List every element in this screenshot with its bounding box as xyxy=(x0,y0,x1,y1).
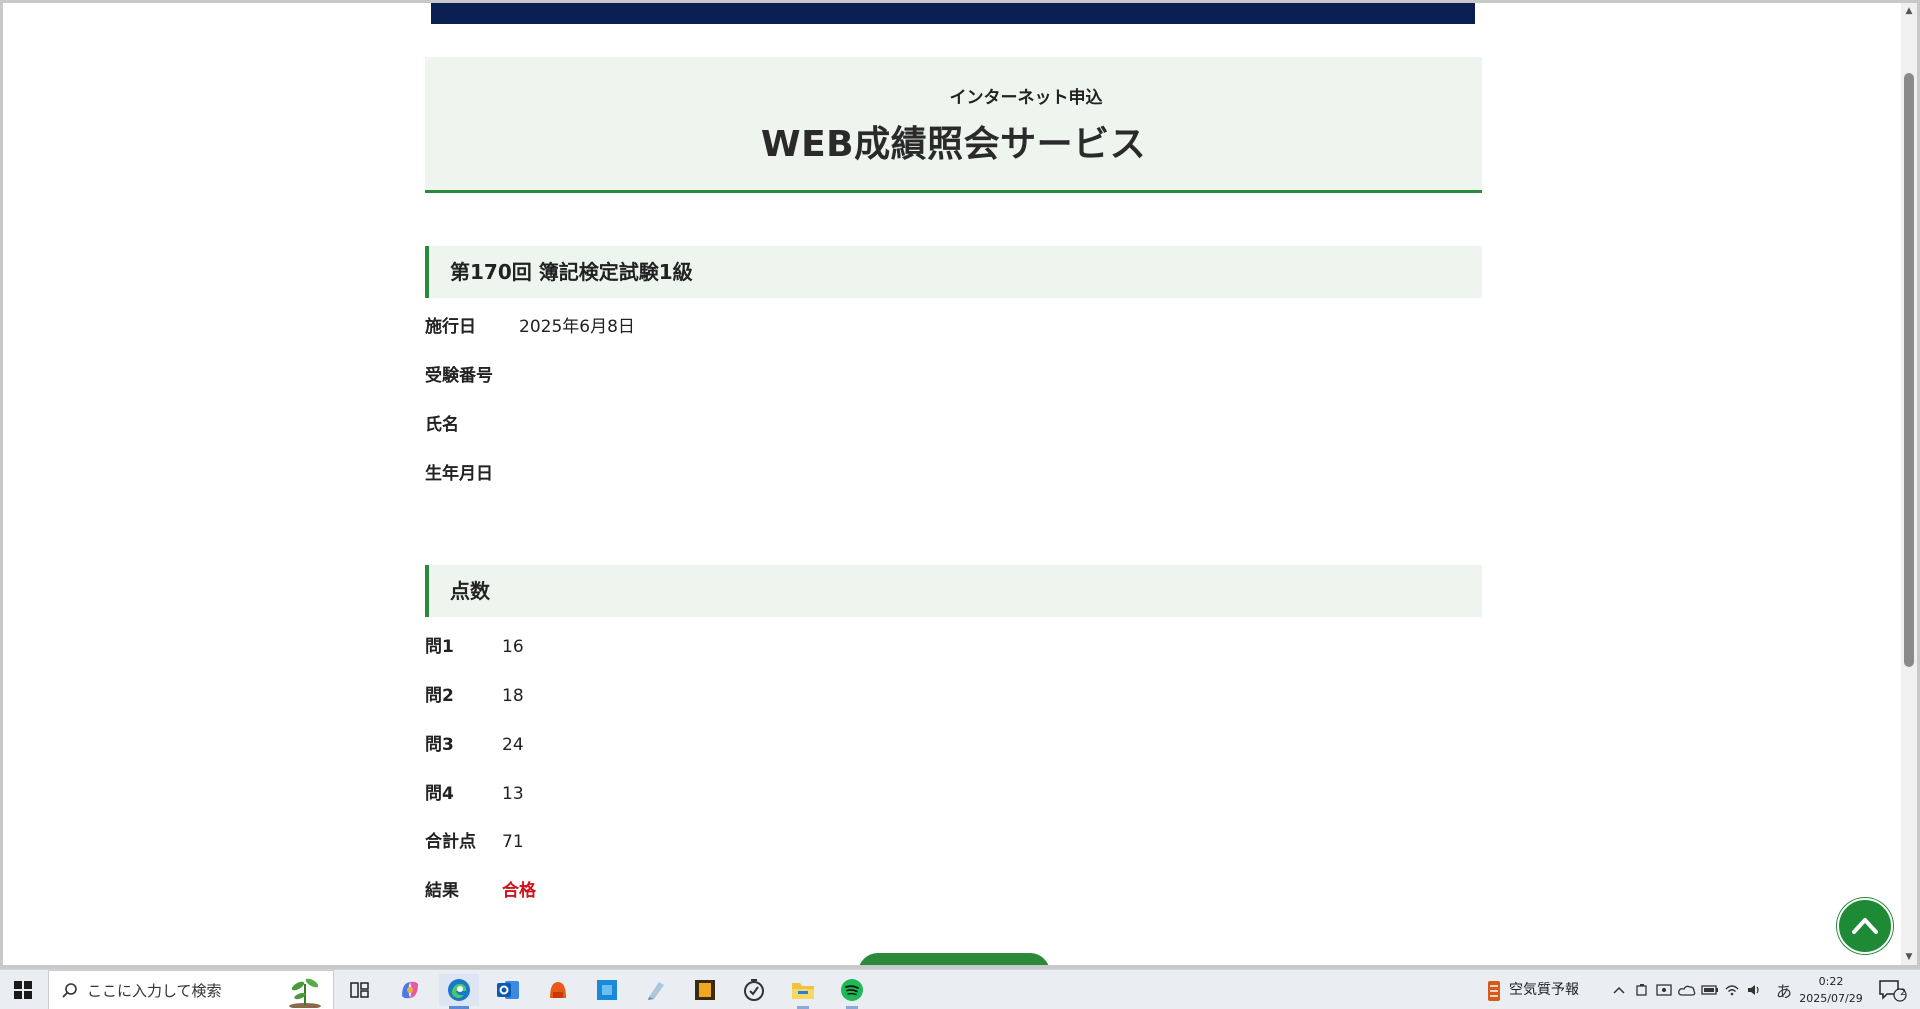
exam-section-heading: 第170回 簿記検定試験1級 xyxy=(425,246,1482,298)
site-top-bar xyxy=(431,3,1475,24)
taskbar-app-file-explorer[interactable] xyxy=(783,974,823,1009)
score-value: 16 xyxy=(502,637,524,657)
scroll-up-arrow-icon[interactable]: ▲ xyxy=(1901,3,1917,19)
tray-wifi-icon[interactable] xyxy=(1722,980,1742,1000)
field-label: 氏名 xyxy=(425,415,459,435)
tray-onedrive-icon[interactable] xyxy=(1677,980,1697,1000)
score-label: 合計点 xyxy=(425,832,476,852)
taskbar-app-orange[interactable] xyxy=(538,974,578,1006)
chevron-up-icon xyxy=(1852,918,1878,934)
field-label: 施行日 xyxy=(425,317,476,337)
taskbar-clock[interactable]: 0:22 2025/07/29 xyxy=(1796,973,1866,1007)
notification-center-button[interactable]: 2 xyxy=(1878,978,1908,1002)
score-value: 71 xyxy=(502,832,524,852)
score-label: 問4 xyxy=(425,784,454,804)
air-quality-icon xyxy=(1488,981,1500,1001)
result-value: 合格 xyxy=(502,881,536,901)
page-title: WEB成績照会サービス xyxy=(760,124,1147,165)
sprout-icon xyxy=(289,978,321,1008)
notification-count: 2 xyxy=(1900,988,1906,998)
page-subtitle: インターネット申込 xyxy=(949,88,1103,108)
task-view-icon xyxy=(350,982,369,998)
vertical-scrollbar[interactable]: ▲ ▼ xyxy=(1901,3,1917,965)
taskbar-app-copilot[interactable] xyxy=(390,974,430,1006)
tray-volume-icon[interactable] xyxy=(1744,980,1764,1000)
copilot-icon xyxy=(402,981,418,999)
app-note-icon xyxy=(648,982,664,1000)
scroll-down-arrow-icon[interactable]: ▼ xyxy=(1901,949,1917,965)
clock-time: 0:22 xyxy=(1818,975,1844,988)
clock-date: 2025/07/29 xyxy=(1799,992,1863,1005)
score-label: 問3 xyxy=(425,735,454,755)
field-label: 受験番号 xyxy=(425,366,493,386)
score-label: 問2 xyxy=(425,686,454,706)
tray-battery-icon[interactable] xyxy=(1700,980,1720,1000)
ime-indicator[interactable]: あ xyxy=(1774,980,1794,1001)
score-value: 18 xyxy=(502,686,524,706)
field-value: 2025年6月8日 xyxy=(519,317,635,337)
scrollbar-thumb[interactable] xyxy=(1904,73,1914,667)
outlook-icon xyxy=(497,981,519,999)
weather-widget[interactable]: 空気質予報 xyxy=(1485,970,1579,1009)
edge-icon xyxy=(448,979,470,1001)
browser-viewport: インターネット申込 WEB成績照会サービス 第170回 簿記検定試験1級 施行日… xyxy=(3,3,1901,965)
score-value: 24 xyxy=(502,735,524,755)
start-button[interactable] xyxy=(0,970,46,1009)
score-label: 結果 xyxy=(425,881,459,901)
tray-display-icon[interactable] xyxy=(1654,980,1674,1000)
search-icon xyxy=(62,983,77,998)
app-blue-icon xyxy=(597,980,617,1000)
app-sticky-icon xyxy=(695,980,715,1000)
taskbar: ここに入力して検索 空気質予報 あ 0:22 2025/07/29 2 xyxy=(0,969,1920,1009)
taskbar-app-spotify[interactable] xyxy=(832,974,872,1009)
score-value: 13 xyxy=(502,784,524,804)
app-orange-icon xyxy=(550,982,566,998)
taskbar-app-clock[interactable] xyxy=(734,974,774,1006)
page-title-panel: インターネット申込 WEB成績照会サービス xyxy=(425,57,1482,193)
score-section-heading: 点数 xyxy=(425,565,1482,617)
screen: インターネット申込 WEB成績照会サービス 第170回 簿記検定試験1級 施行日… xyxy=(0,0,1920,1009)
score-label: 問1 xyxy=(425,637,454,657)
spotify-icon xyxy=(841,979,863,1001)
bottom-action-button[interactable] xyxy=(858,953,1050,965)
taskbar-app-sticky[interactable] xyxy=(685,974,725,1006)
tray-chevron-up-icon[interactable] xyxy=(1609,980,1629,1000)
tray-meet-icon[interactable] xyxy=(1632,980,1652,1000)
taskbar-app-outlook[interactable] xyxy=(488,974,528,1006)
clock-app-icon xyxy=(744,979,764,1001)
taskbar-app-edge[interactable] xyxy=(439,974,479,1009)
task-view-button[interactable] xyxy=(340,974,380,1006)
taskbar-app-blue[interactable] xyxy=(587,974,627,1006)
back-to-top-button[interactable] xyxy=(1837,898,1893,954)
taskbar-search[interactable]: ここに入力して検索 xyxy=(48,970,334,1009)
windows-logo-icon xyxy=(14,981,32,999)
taskbar-app-note[interactable] xyxy=(636,974,676,1006)
field-label: 生年月日 xyxy=(425,464,493,484)
search-placeholder: ここに入力して検索 xyxy=(87,982,222,1000)
weather-text: 空気質予報 xyxy=(1509,982,1579,998)
file-explorer-icon xyxy=(792,983,814,999)
